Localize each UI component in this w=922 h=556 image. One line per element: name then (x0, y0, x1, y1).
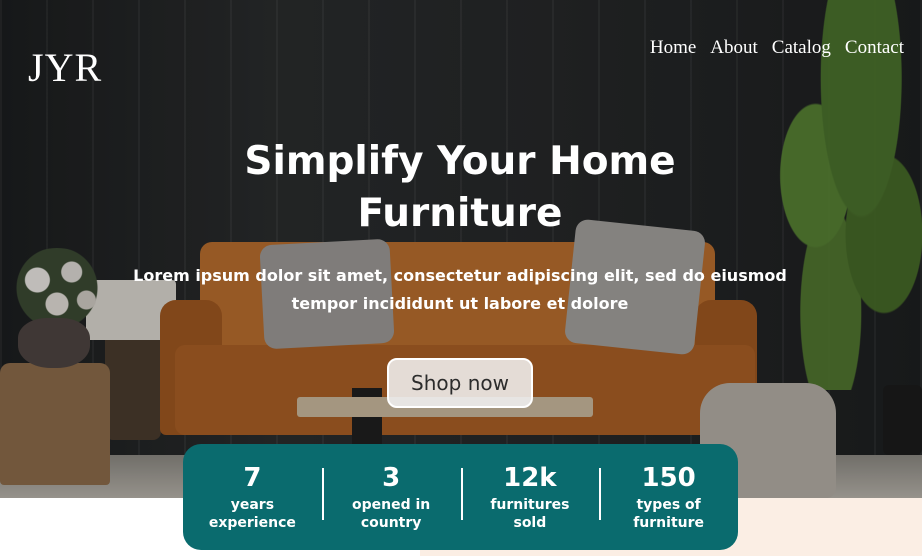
subtext-line-2: tempor incididunt ut labore et dolore (291, 294, 629, 313)
main-nav: Home About Catalog Contact (650, 36, 904, 60)
headline-line-2: Furniture (357, 191, 563, 236)
subtext-line-1: Lorem ipsum dolor sit amet, consectetur … (133, 266, 787, 285)
hero-headline: Simplify Your Home Furniture (160, 136, 760, 240)
stat-label-line-2: experience (208, 515, 296, 531)
stat-value: 150 (641, 463, 696, 493)
hero-subtext: Lorem ipsum dolor sit amet, consectetur … (110, 262, 810, 318)
nav-link-about[interactable]: About (710, 36, 758, 60)
stat-label-line-2: sold (513, 515, 547, 531)
shop-now-button[interactable]: Shop now (387, 358, 533, 408)
nav-link-catalog[interactable]: Catalog (772, 36, 831, 60)
headline-line-1: Simplify Your Home (244, 139, 676, 184)
stat-value: 3 (382, 463, 401, 493)
stat-value: 7 (243, 463, 262, 493)
stat-label-line-2: furniture (633, 515, 705, 531)
stat-label-line-1: types of (636, 497, 701, 513)
hero-section: JYR Home About Catalog Contact Simplify … (0, 0, 922, 498)
stat-sold: 12k furnitures sold (460, 462, 600, 532)
stat-years: 7 years experience (183, 462, 322, 532)
stat-label-line-1: opened in (351, 497, 431, 513)
stat-value: 12k (503, 463, 557, 493)
stat-label-line-1: furnitures (490, 497, 570, 513)
stat-label-line-2: country (360, 515, 422, 531)
stats-panel: 7 years experience 3 opened in country 1… (183, 444, 738, 550)
stat-countries: 3 opened in country (321, 462, 461, 532)
brand-logo[interactable]: JYR (28, 46, 102, 90)
nav-link-contact[interactable]: Contact (845, 36, 904, 60)
nav-link-home[interactable]: Home (650, 36, 696, 60)
hero-overlay (0, 0, 922, 498)
stat-label-line-1: years (230, 497, 275, 513)
stat-types: 150 types of furniture (599, 462, 738, 532)
